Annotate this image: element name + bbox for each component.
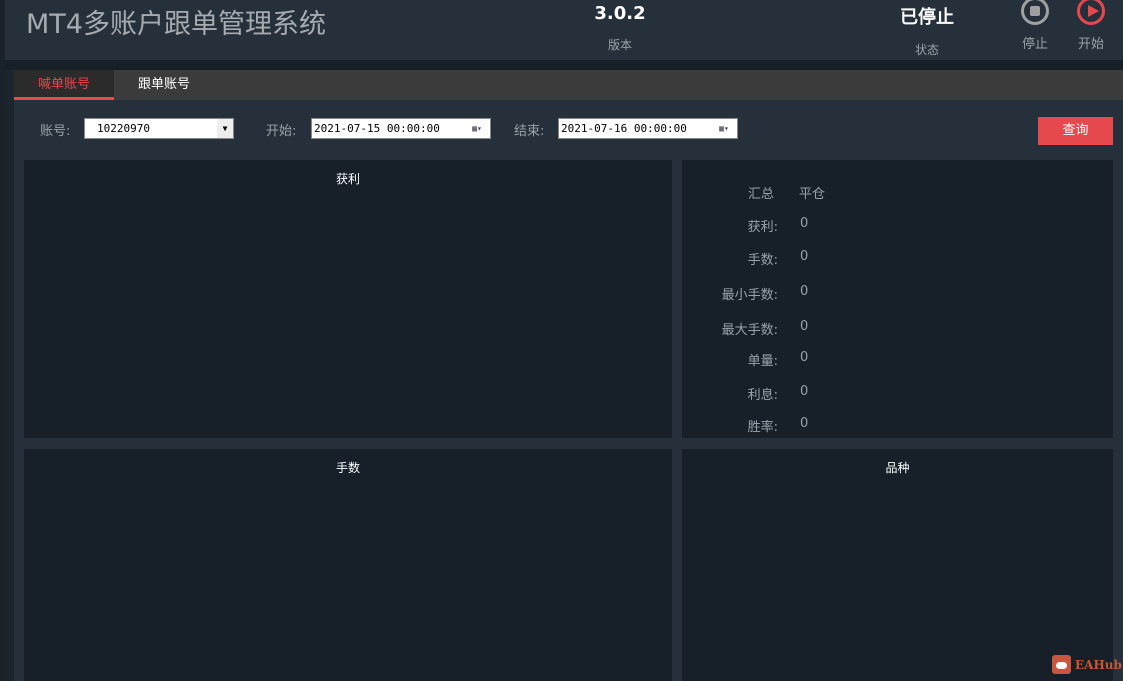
summary-row-label: 最大手数: <box>721 323 778 338</box>
start-label: 开始: <box>266 124 297 139</box>
divider <box>5 60 1123 70</box>
start-datetime-input[interactable]: 2021-07-15 00:00:00 ▦▾ <box>311 118 491 139</box>
symbol-chart-panel: 品种 <box>682 449 1113 681</box>
summary-row-value: 0 <box>800 249 809 264</box>
profit-chart-title: 获利 <box>335 172 360 186</box>
eahub-watermark: EAHub <box>1052 655 1122 674</box>
query-button[interactable]: 查询 <box>1038 117 1113 145</box>
version-block: 3.0.2 版本 <box>575 3 665 53</box>
tab-signal-account[interactable]: 喊单账号 <box>14 70 114 100</box>
calendar-icon[interactable]: ▦▾ <box>464 119 490 138</box>
profit-chart-panel: 获利 <box>24 160 672 438</box>
eahub-logo-icon <box>1052 655 1071 674</box>
summary-row-value: 0 <box>800 416 809 431</box>
summary-row-value: 0 <box>800 284 809 299</box>
end-label: 结束: <box>514 124 545 139</box>
summary-panel: 汇总 平仓 获利: 0 手数: 0 最小手数: 0 最大手数: 0 单量: 0 利息: 0 胜率: 0 <box>682 160 1113 438</box>
play-icon <box>1077 0 1105 25</box>
tab-bar: 喊单账号 跟单账号 <box>14 70 1123 100</box>
header: MT4多账户跟单管理系统 3.0.2 版本 已停止 状态 停止 开始 <box>5 0 1123 60</box>
tab-follow-account[interactable]: 跟单账号 <box>114 70 214 100</box>
symbol-chart-title: 品种 <box>885 461 910 475</box>
account-label: 账号: <box>40 124 71 139</box>
stop-button[interactable]: 停止 <box>1015 0 1055 52</box>
summary-row-label: 胜率: <box>747 420 778 435</box>
status-value: 已停止 <box>900 7 954 28</box>
summary-row-label: 获利: <box>747 220 778 235</box>
stop-icon <box>1021 0 1049 25</box>
left-edge <box>0 0 5 681</box>
summary-header-value: 平仓 <box>799 187 826 202</box>
status-label: 状态 <box>914 43 939 57</box>
lots-chart-panel: 手数 <box>24 449 672 681</box>
status-block: 已停止 状态 <box>882 3 972 58</box>
app-title: MT4多账户跟单管理系统 <box>26 9 326 40</box>
version-label: 版本 <box>607 38 632 52</box>
chevron-down-icon: ▼ <box>217 119 233 138</box>
watermark-text: EAHub <box>1075 657 1122 672</box>
summary-row-value: 0 <box>800 319 809 334</box>
calendar-icon[interactable]: ▦▾ <box>711 119 737 138</box>
start-value: 2021-07-15 00:00:00 <box>314 122 440 135</box>
account-value: 10220970 <box>97 122 150 135</box>
summary-header-key: 汇总 <box>747 187 774 202</box>
summary-row-label: 最小手数: <box>721 288 778 303</box>
lots-chart-title: 手数 <box>335 461 360 475</box>
end-value: 2021-07-16 00:00:00 <box>561 122 687 135</box>
summary-row-label: 利息: <box>747 388 778 403</box>
start-button[interactable]: 开始 <box>1071 0 1111 52</box>
summary-row-value: 0 <box>800 384 809 399</box>
summary-row-label: 单量: <box>747 354 778 369</box>
start-label: 开始 <box>1077 37 1104 52</box>
summary-row-value: 0 <box>800 350 809 365</box>
account-select[interactable]: 10220970 ▼ <box>84 118 234 139</box>
version-value: 3.0.2 <box>594 3 646 24</box>
summary-row-value: 0 <box>800 216 809 231</box>
stop-label: 停止 <box>1021 37 1048 52</box>
summary-row-label: 手数: <box>747 253 778 268</box>
end-datetime-input[interactable]: 2021-07-16 00:00:00 ▦▾ <box>558 118 738 139</box>
